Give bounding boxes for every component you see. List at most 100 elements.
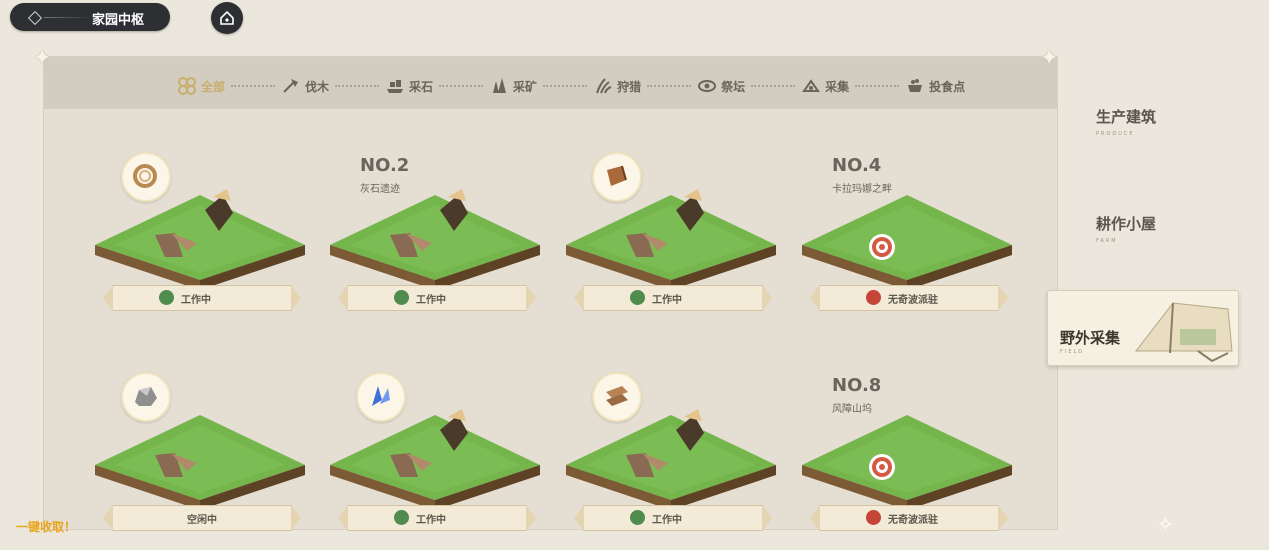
home-icon [220,10,234,25]
tab-label: 狩猎 [617,79,642,94]
tab-altar[interactable]: 祭坛 [697,77,745,95]
tool-icon [394,510,409,525]
sidebar-item-farm[interactable]: 耕作小屋 FARM [1096,213,1156,244]
tool-icon [159,290,174,305]
sidebar-item-label: 野外采集 [1060,329,1121,347]
ribbon [574,285,584,311]
status-text: 工作中 [181,295,211,306]
building-card[interactable]: 空闲中 [95,372,305,550]
status-badge[interactable]: 工作中 [574,285,772,311]
status-badge[interactable]: 工作中 [103,285,301,311]
ribbon [810,285,820,311]
status-badge[interactable]: 工作中 [574,505,772,531]
building-card[interactable]: 工作中 [566,152,776,330]
status-badge[interactable]: 无奇波派驻 [810,285,1008,311]
sidebar-item-production[interactable]: 生产建筑 PRODUCE [1096,106,1156,137]
tab-feeding[interactable]: 投食点 [905,77,965,95]
sidebar-item-sub: PRODUCE [1096,131,1135,137]
plank-icon [606,386,628,406]
ribbon [103,285,113,311]
bag-icon [866,510,881,525]
sidebar-item-label: 耕作小屋 [1096,215,1157,233]
resource-bubble [592,372,642,422]
tab-separator [855,85,900,87]
building-card[interactable]: 工作中 [95,152,305,330]
eye-icon [698,80,717,92]
tabs: 全部 伐木 采石 采矿 狩猎 祭坛 采集 投食点 [177,75,965,97]
tab-logging[interactable]: 伐木 [281,77,329,95]
tool-icon [630,290,645,305]
resource-bubble [121,372,171,422]
ribbon [291,285,301,311]
card-number: NO.4 [832,155,882,176]
building-card[interactable]: NO.8 风障山坞无奇波派驻 [802,375,1012,550]
sidebar-item-field[interactable]: 野外采集 FIELD [1047,290,1239,366]
sparkle-icon: ✧ [1157,512,1174,536]
status-text: 无奇波派驻 [888,515,938,526]
hub-title: 家园中枢 [91,13,144,28]
tab-mining[interactable]: 采矿 [489,77,537,95]
tab-separator [439,85,484,87]
card-place: 风障山坞 [832,404,872,415]
home-button[interactable] [211,2,243,34]
status-text: 工作中 [652,295,682,306]
tab-label: 伐木 [305,79,330,94]
status-text: 工作中 [416,295,446,306]
status-badge[interactable]: 工作中 [338,505,536,531]
tab-separator [751,85,796,87]
tab-label: 采矿 [513,79,538,94]
rope-icon [133,164,157,188]
building-card[interactable]: 工作中 [330,372,540,550]
card-place: 卡拉玛娜之畔 [832,184,892,195]
ribbon [998,285,1008,311]
bag-icon [866,290,881,305]
building-card[interactable]: NO.4 卡拉玛娜之畔无奇波派驻 [802,155,1012,330]
ribbon [762,285,772,311]
status-badge[interactable]: 空闲中 [103,505,301,531]
tool-icon [630,510,645,525]
tab-label: 采集 [825,79,850,94]
tab-hunting[interactable]: 狩猎 [593,77,641,95]
ribbon [338,505,348,531]
tent-icon [1134,302,1233,363]
tab-separator [647,85,692,87]
tab-gathering[interactable]: 采集 [801,77,849,95]
corner-star-icon: ✦ [1040,46,1059,71]
tool-icon [394,290,409,305]
sidebar-item-label: 生产建筑 [1096,108,1157,126]
corner-star-icon: ✦ [33,46,52,71]
wood-icon [607,165,627,186]
card-number: NO.8 [832,375,882,396]
harvest-all-button[interactable]: 一键收取！ [16,518,76,535]
tab-quarry[interactable]: 采石 [385,77,433,95]
tab-label: 全部 [201,79,226,94]
resource-bubble [592,152,642,202]
blue-crystal-icon [372,386,390,406]
tab-separator [231,85,276,87]
tab-label: 投食点 [929,79,966,94]
building-card[interactable]: NO.2 灰石遗迹 工作中 [330,155,540,330]
sidebar-item-sub: FIELD [1060,349,1085,355]
status-text: 工作中 [652,515,682,526]
status-text: 工作中 [416,515,446,526]
claw-icon [596,78,612,94]
tab-bar: 全部 伐木 采石 采矿 狩猎 祭坛 采集 投食点 [44,57,1057,109]
ribbon [810,505,820,531]
status-text: 空闲中 [187,515,217,526]
sidebar-item-sub: FARM [1096,238,1118,244]
building-card[interactable]: 工作中 [566,372,776,550]
status-badge[interactable]: 无奇波派驻 [810,505,1008,531]
rock-icon [135,387,157,406]
ribbon [526,285,536,311]
ribbon [574,505,584,531]
ribbon [291,505,301,531]
gather-icon [802,79,821,92]
tab-separator [335,85,380,87]
diamond-icon [27,10,43,26]
tab-all[interactable]: 全部 [177,77,225,95]
status-text: 无奇波派驻 [888,295,938,306]
hub-title-pill[interactable]: 家园中枢 [10,3,170,31]
tab-separator [543,85,588,87]
status-badge[interactable]: 工作中 [338,285,536,311]
ribbon [526,505,536,531]
